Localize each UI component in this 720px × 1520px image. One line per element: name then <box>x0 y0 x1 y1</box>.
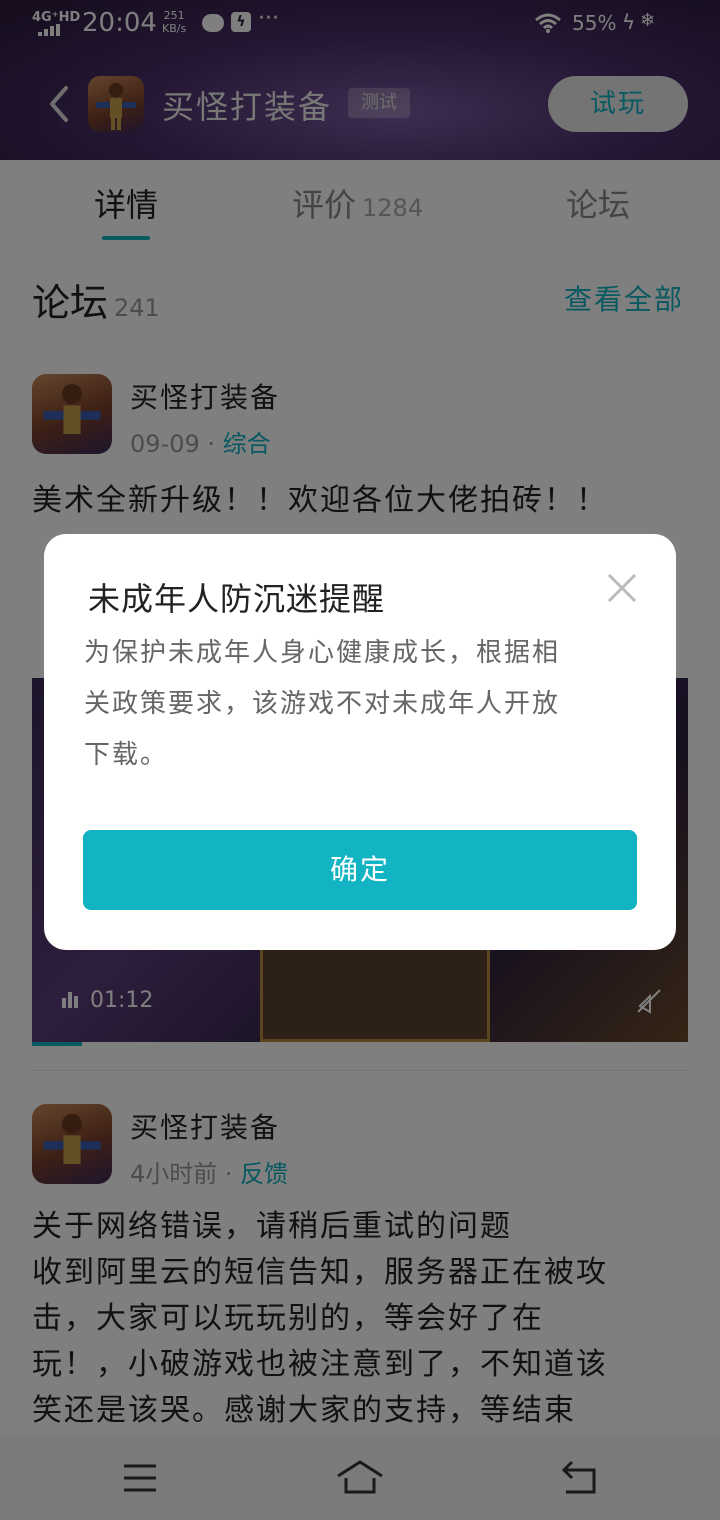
anti-addiction-dialog: 未成年人防沉迷提醒 为保护未成年人身心健康成长，根据相 关政策要求，该游戏不对未… <box>44 534 676 950</box>
confirm-button[interactable]: 确定 <box>83 830 637 910</box>
dialog-message: 为保护未成年人身心健康成长，根据相 关政策要求，该游戏不对未成年人开放 下载。 <box>84 638 561 770</box>
close-icon[interactable] <box>606 572 638 604</box>
dialog-title: 未成年人防沉迷提醒 <box>88 580 386 618</box>
